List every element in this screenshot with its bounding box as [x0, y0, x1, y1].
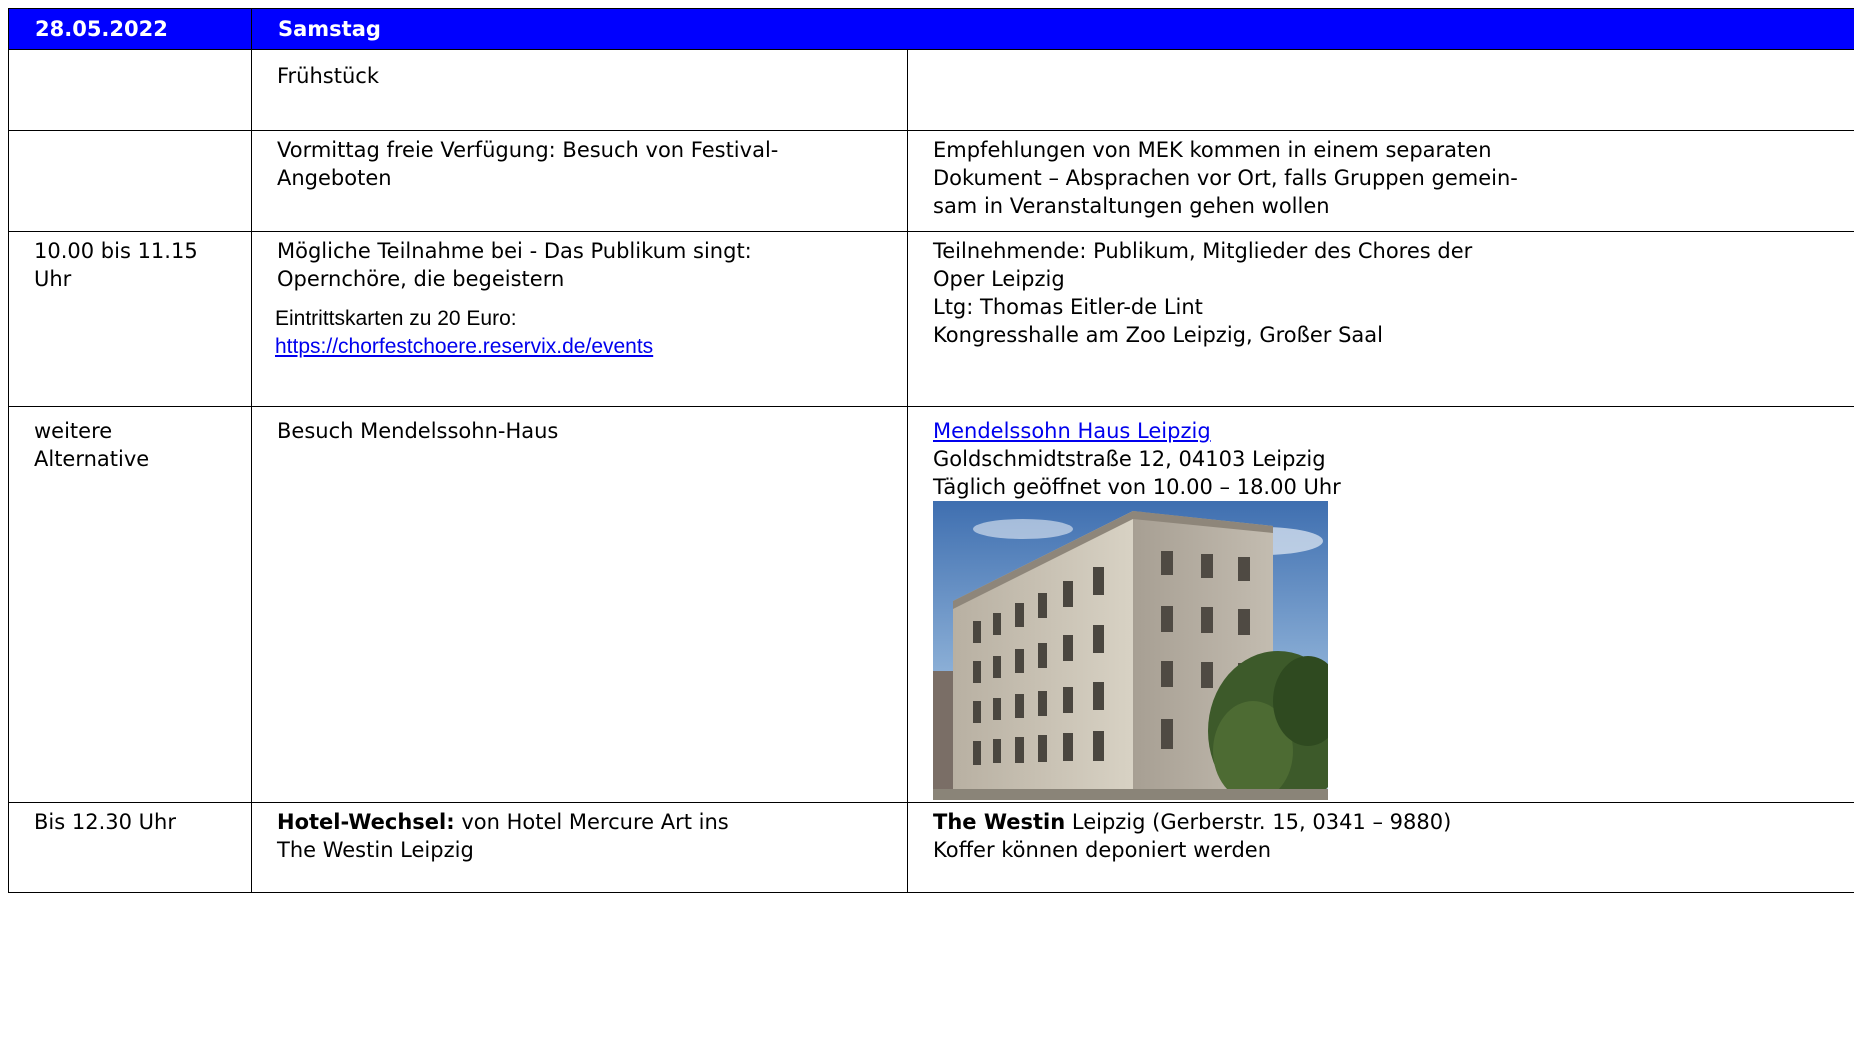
activity-text: Frühstück — [277, 64, 379, 88]
activity-line: Vormittag freie Verfügung: Besuch von Fe… — [277, 138, 779, 162]
table-row: Frühstück — [8, 49, 1854, 131]
activity-cell: Mögliche Teilnahme bei - Das Publikum si… — [251, 231, 908, 407]
notes-bold: The Westin — [933, 810, 1066, 834]
activity-line: Opernchöre, die begeistern — [277, 267, 565, 291]
activity-rest: von Hotel Mercure Art ins — [454, 810, 729, 834]
notes-line: Oper Leipzig — [933, 267, 1065, 291]
notes-line: Koffer können deponiert werden — [933, 838, 1272, 862]
header-date: 28.05.2022 — [8, 8, 252, 50]
mendelssohn-haus-photo — [933, 501, 1328, 800]
time-text: Bis 12.30 Uhr — [34, 810, 176, 834]
time-line: weitere — [34, 419, 113, 443]
time-cell: Bis 12.30 Uhr — [8, 802, 252, 893]
activity-bold: Hotel-Wechsel: — [277, 810, 455, 834]
notes-cell: Teilnehmende: Publikum, Mitglieder des C… — [906, 231, 1854, 407]
notes-rest: Leipzig (Gerberstr. 15, 0341 – 9880) — [1065, 810, 1452, 834]
notes-line: Empfehlungen von MEK kommen in einem sep… — [933, 138, 1492, 162]
activity-line: Angeboten — [277, 166, 392, 190]
notes-line: sam in Veranstaltungen gehen wollen — [933, 194, 1330, 218]
notes-cell: Mendelssohn Haus Leipzig Goldschmidtstra… — [906, 406, 1854, 803]
time-line: Uhr — [34, 267, 72, 291]
table-row: Vormittag freie Verfügung: Besuch von Fe… — [8, 130, 1854, 232]
time-line: Alternative — [34, 447, 150, 471]
activity-text: Besuch Mendelssohn-Haus — [277, 419, 559, 443]
notes-line: Täglich geöffnet von 10.00 – 18.00 Uhr — [933, 475, 1341, 499]
time-cell: 10.00 bis 11.15 Uhr — [8, 231, 252, 407]
notes-line: Dokument – Absprachen vor Ort, falls Gru… — [933, 166, 1518, 190]
activity-cell: Besuch Mendelssohn-Haus — [251, 406, 908, 803]
schedule-page: 28.05.2022 Samstag Frühstück Vormittag f… — [8, 8, 1854, 1039]
time-cell — [8, 49, 252, 131]
table-row: 10.00 bis 11.15 Uhr Mögliche Teilnahme b… — [8, 231, 1854, 407]
notes-cell — [906, 49, 1854, 131]
notes-line: Goldschmidtstraße 12, 04103 Leipzig — [933, 447, 1326, 471]
time-cell — [8, 130, 252, 232]
activity-line: The Westin Leipzig — [277, 838, 474, 862]
time-cell: weitere Alternative — [8, 406, 252, 803]
notes-line: Teilnehmende: Publikum, Mitglieder des C… — [933, 239, 1473, 263]
time-line: 10.00 bis 11.15 — [34, 239, 198, 263]
header-row: 28.05.2022 Samstag — [8, 8, 1854, 50]
notes-line: Ltg: Thomas Eitler-de Lint — [933, 295, 1203, 319]
activity-line: Mögliche Teilnahme bei - Das Publikum si… — [277, 239, 752, 263]
notes-cell: The Westin Leipzig (Gerberstr. 15, 0341 … — [906, 802, 1854, 893]
activity-cell: Vormittag freie Verfügung: Besuch von Fe… — [251, 130, 908, 232]
schedule-table: 28.05.2022 Samstag Frühstück Vormittag f… — [8, 8, 1854, 893]
notes-line: Kongresshalle am Zoo Leipzig, Großer Saa… — [933, 323, 1383, 347]
mendelssohn-haus-link[interactable]: Mendelssohn Haus Leipzig — [933, 419, 1211, 443]
header-day: Samstag — [250, 8, 1854, 50]
activity-cell: Hotel-Wechsel: von Hotel Mercure Art ins… — [251, 802, 908, 893]
table-row: weitere Alternative Besuch Mendelssohn-H… — [8, 406, 1854, 803]
tickets-link[interactable]: https://chorfestchoere.reservix.de/event… — [275, 335, 653, 358]
tickets-label: Eintrittskarten zu 20 Euro: — [275, 307, 517, 330]
notes-cell: Empfehlungen von MEK kommen in einem sep… — [906, 130, 1854, 232]
table-row: Bis 12.30 Uhr Hotel-Wechsel: von Hotel M… — [8, 802, 1854, 893]
activity-cell: Frühstück — [251, 49, 908, 131]
